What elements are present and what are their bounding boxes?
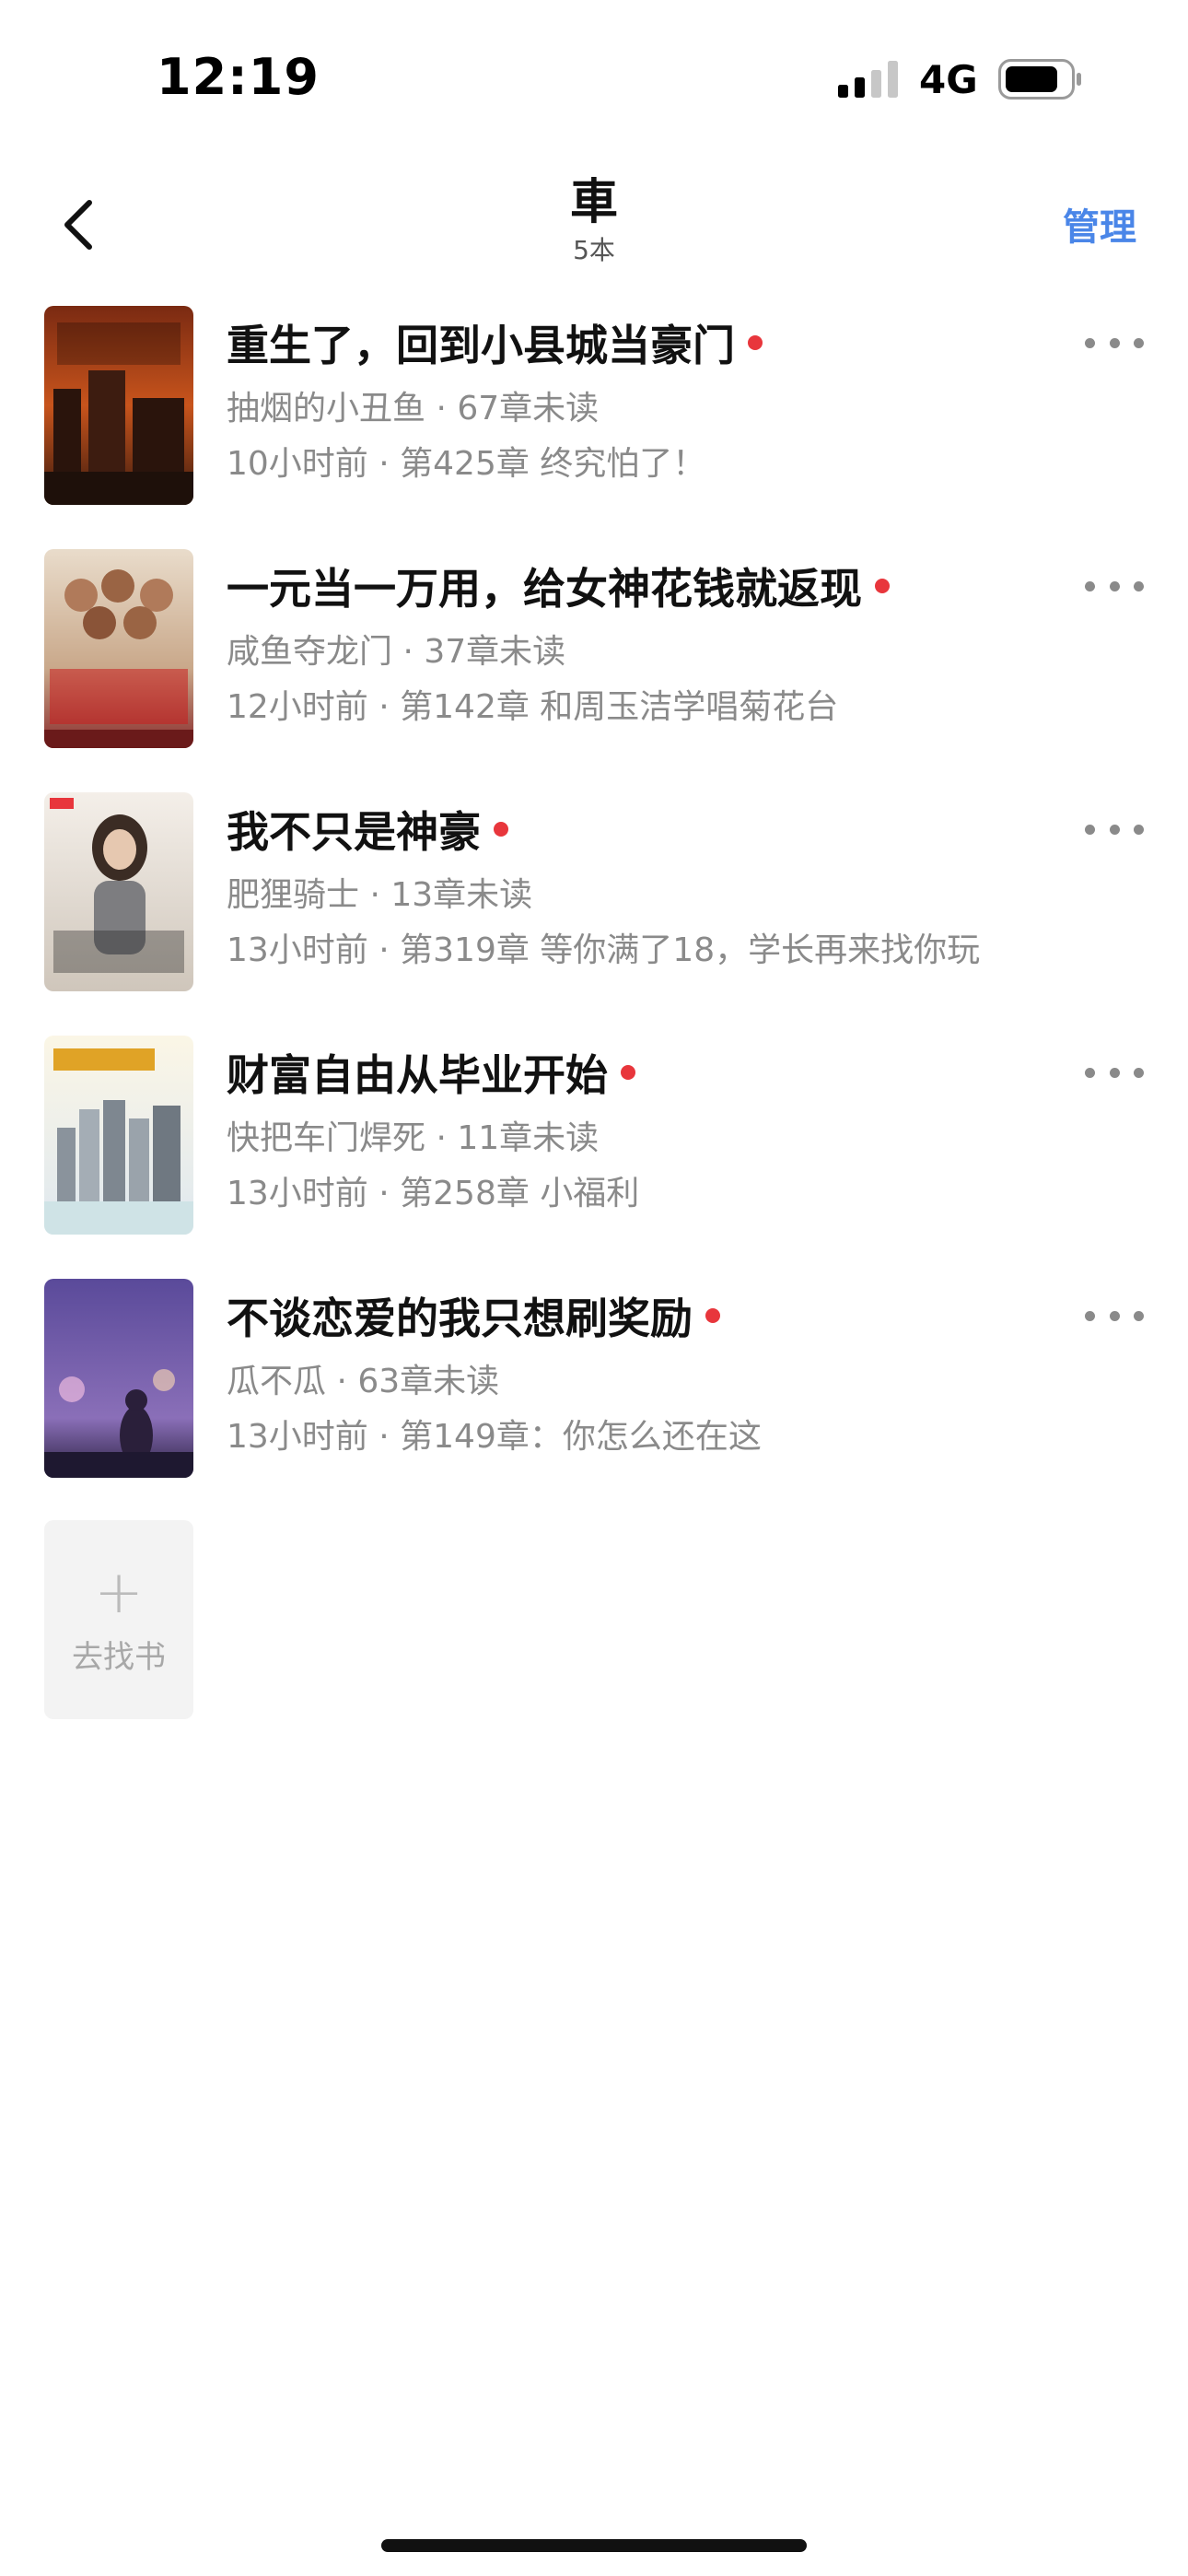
- nav-title-group: 車 5本: [0, 173, 1188, 267]
- book-title: 一元当一万用，给女神花钱就返现: [227, 564, 862, 614]
- find-books-button[interactable]: + 去找书: [44, 1520, 193, 1719]
- book-item[interactable]: 不谈恋爱的我只想刷奖励 瓜不瓜 · 63章未读 13小时前 · 第149章：你怎…: [0, 1277, 1188, 1520]
- book-cover[interactable]: [44, 1036, 193, 1235]
- book-cover[interactable]: [44, 1279, 193, 1478]
- battery-icon: [998, 59, 1081, 100]
- more-dots-icon: [1085, 1067, 1095, 1078]
- update-dot: [621, 1065, 635, 1080]
- book-item[interactable]: 我不只是神豪 肥狸骑士 · 13章未读 13小时前 · 第319章 等你满了18…: [0, 790, 1188, 1034]
- signal-icon: [838, 61, 898, 98]
- book-info: 一元当一万用，给女神花钱就返现 咸鱼夺龙门 · 37章未读 12小时前 · 第1…: [227, 547, 1055, 735]
- book-count: 5本: [573, 235, 615, 265]
- book-title-row: 我不只是神豪: [227, 790, 1055, 868]
- book-title-row: 一元当一万用，给女神花钱就返现: [227, 547, 1055, 625]
- status-bar: 12:19 4G: [0, 0, 1188, 147]
- book-info: 不谈恋爱的我只想刷奖励 瓜不瓜 · 63章未读 13小时前 · 第149章：你怎…: [227, 1277, 1055, 1465]
- book-author-unread: 快把车门焊死 · 11章未读: [227, 1119, 600, 1157]
- status-time: 12:19: [157, 48, 320, 106]
- book-latest-chapter: 13小时前 · 第149章：你怎么还在这: [227, 1418, 762, 1456]
- find-books-label: 去找书: [72, 1638, 166, 1676]
- more-dots-icon: [1085, 580, 1095, 591]
- book-author-unread: 瓜不瓜 · 63章未读: [227, 1363, 500, 1400]
- book-title-row: 不谈恋爱的我只想刷奖励: [227, 1277, 1055, 1354]
- update-dot: [748, 335, 763, 350]
- book-item[interactable]: 一元当一万用，给女神花钱就返现 咸鱼夺龙门 · 37章未读 12小时前 · 第1…: [0, 547, 1188, 790]
- book-cover[interactable]: [44, 792, 193, 991]
- book-title-row: 重生了，回到小县城当豪门: [227, 304, 1055, 381]
- nav-bar: 車 5本 管理: [0, 166, 1188, 286]
- book-author-unread: 抽烟的小丑鱼 · 67章未读: [227, 390, 600, 427]
- more-button[interactable]: [1085, 332, 1144, 354]
- book-title: 重生了，回到小县城当豪门: [227, 321, 735, 370]
- home-indicator[interactable]: [381, 2539, 807, 2552]
- plus-icon: +: [94, 1558, 144, 1627]
- book-title-row: 财富自由从毕业开始: [227, 1034, 1055, 1111]
- book-item[interactable]: 财富自由从毕业开始 快把车门焊死 · 11章未读 13小时前 · 第258章 小…: [0, 1034, 1188, 1277]
- book-cover[interactable]: [44, 306, 193, 505]
- update-dot: [875, 579, 890, 593]
- manage-button[interactable]: 管理: [1063, 197, 1136, 251]
- more-dots-icon: [1085, 1310, 1095, 1321]
- book-author-unread: 咸鱼夺龙门 · 37章未读: [227, 633, 566, 671]
- more-button[interactable]: [1085, 1061, 1144, 1083]
- book-title: 财富自由从毕业开始: [227, 1050, 608, 1100]
- more-button[interactable]: [1085, 818, 1144, 840]
- book-title: 不谈恋爱的我只想刷奖励: [227, 1294, 693, 1343]
- book-title: 我不只是神豪: [227, 807, 481, 857]
- book-latest-chapter: 13小时前 · 第319章 等你满了18，学长再来找你玩: [227, 931, 981, 969]
- book-info: 财富自由从毕业开始 快把车门焊死 · 11章未读 13小时前 · 第258章 小…: [227, 1034, 1055, 1222]
- book-list: 重生了，回到小县城当豪门 抽烟的小丑鱼 · 67章未读 10小时前 · 第425…: [0, 304, 1188, 1520]
- network-label: 4G: [919, 57, 978, 102]
- more-dots-icon: [1085, 337, 1095, 348]
- book-latest-chapter: 10小时前 · 第425章 终究怕了！: [227, 445, 706, 483]
- book-info: 我不只是神豪 肥狸骑士 · 13章未读 13小时前 · 第319章 等你满了18…: [227, 790, 1055, 978]
- more-button[interactable]: [1085, 575, 1144, 597]
- book-latest-chapter: 13小时前 · 第258章 小福利: [227, 1175, 640, 1212]
- update-dot: [705, 1308, 720, 1323]
- book-cover[interactable]: [44, 549, 193, 748]
- book-latest-chapter: 12小时前 · 第142章 和周玉洁学唱菊花台: [227, 688, 839, 726]
- book-info: 重生了，回到小县城当豪门 抽烟的小丑鱼 · 67章未读 10小时前 · 第425…: [227, 304, 1055, 492]
- book-author-unread: 肥狸骑士 · 13章未读: [227, 876, 533, 914]
- page-title: 車: [569, 175, 618, 230]
- update-dot: [494, 822, 508, 837]
- more-dots-icon: [1085, 824, 1095, 835]
- more-button[interactable]: [1085, 1305, 1144, 1327]
- book-item[interactable]: 重生了，回到小县城当豪门 抽烟的小丑鱼 · 67章未读 10小时前 · 第425…: [0, 304, 1188, 547]
